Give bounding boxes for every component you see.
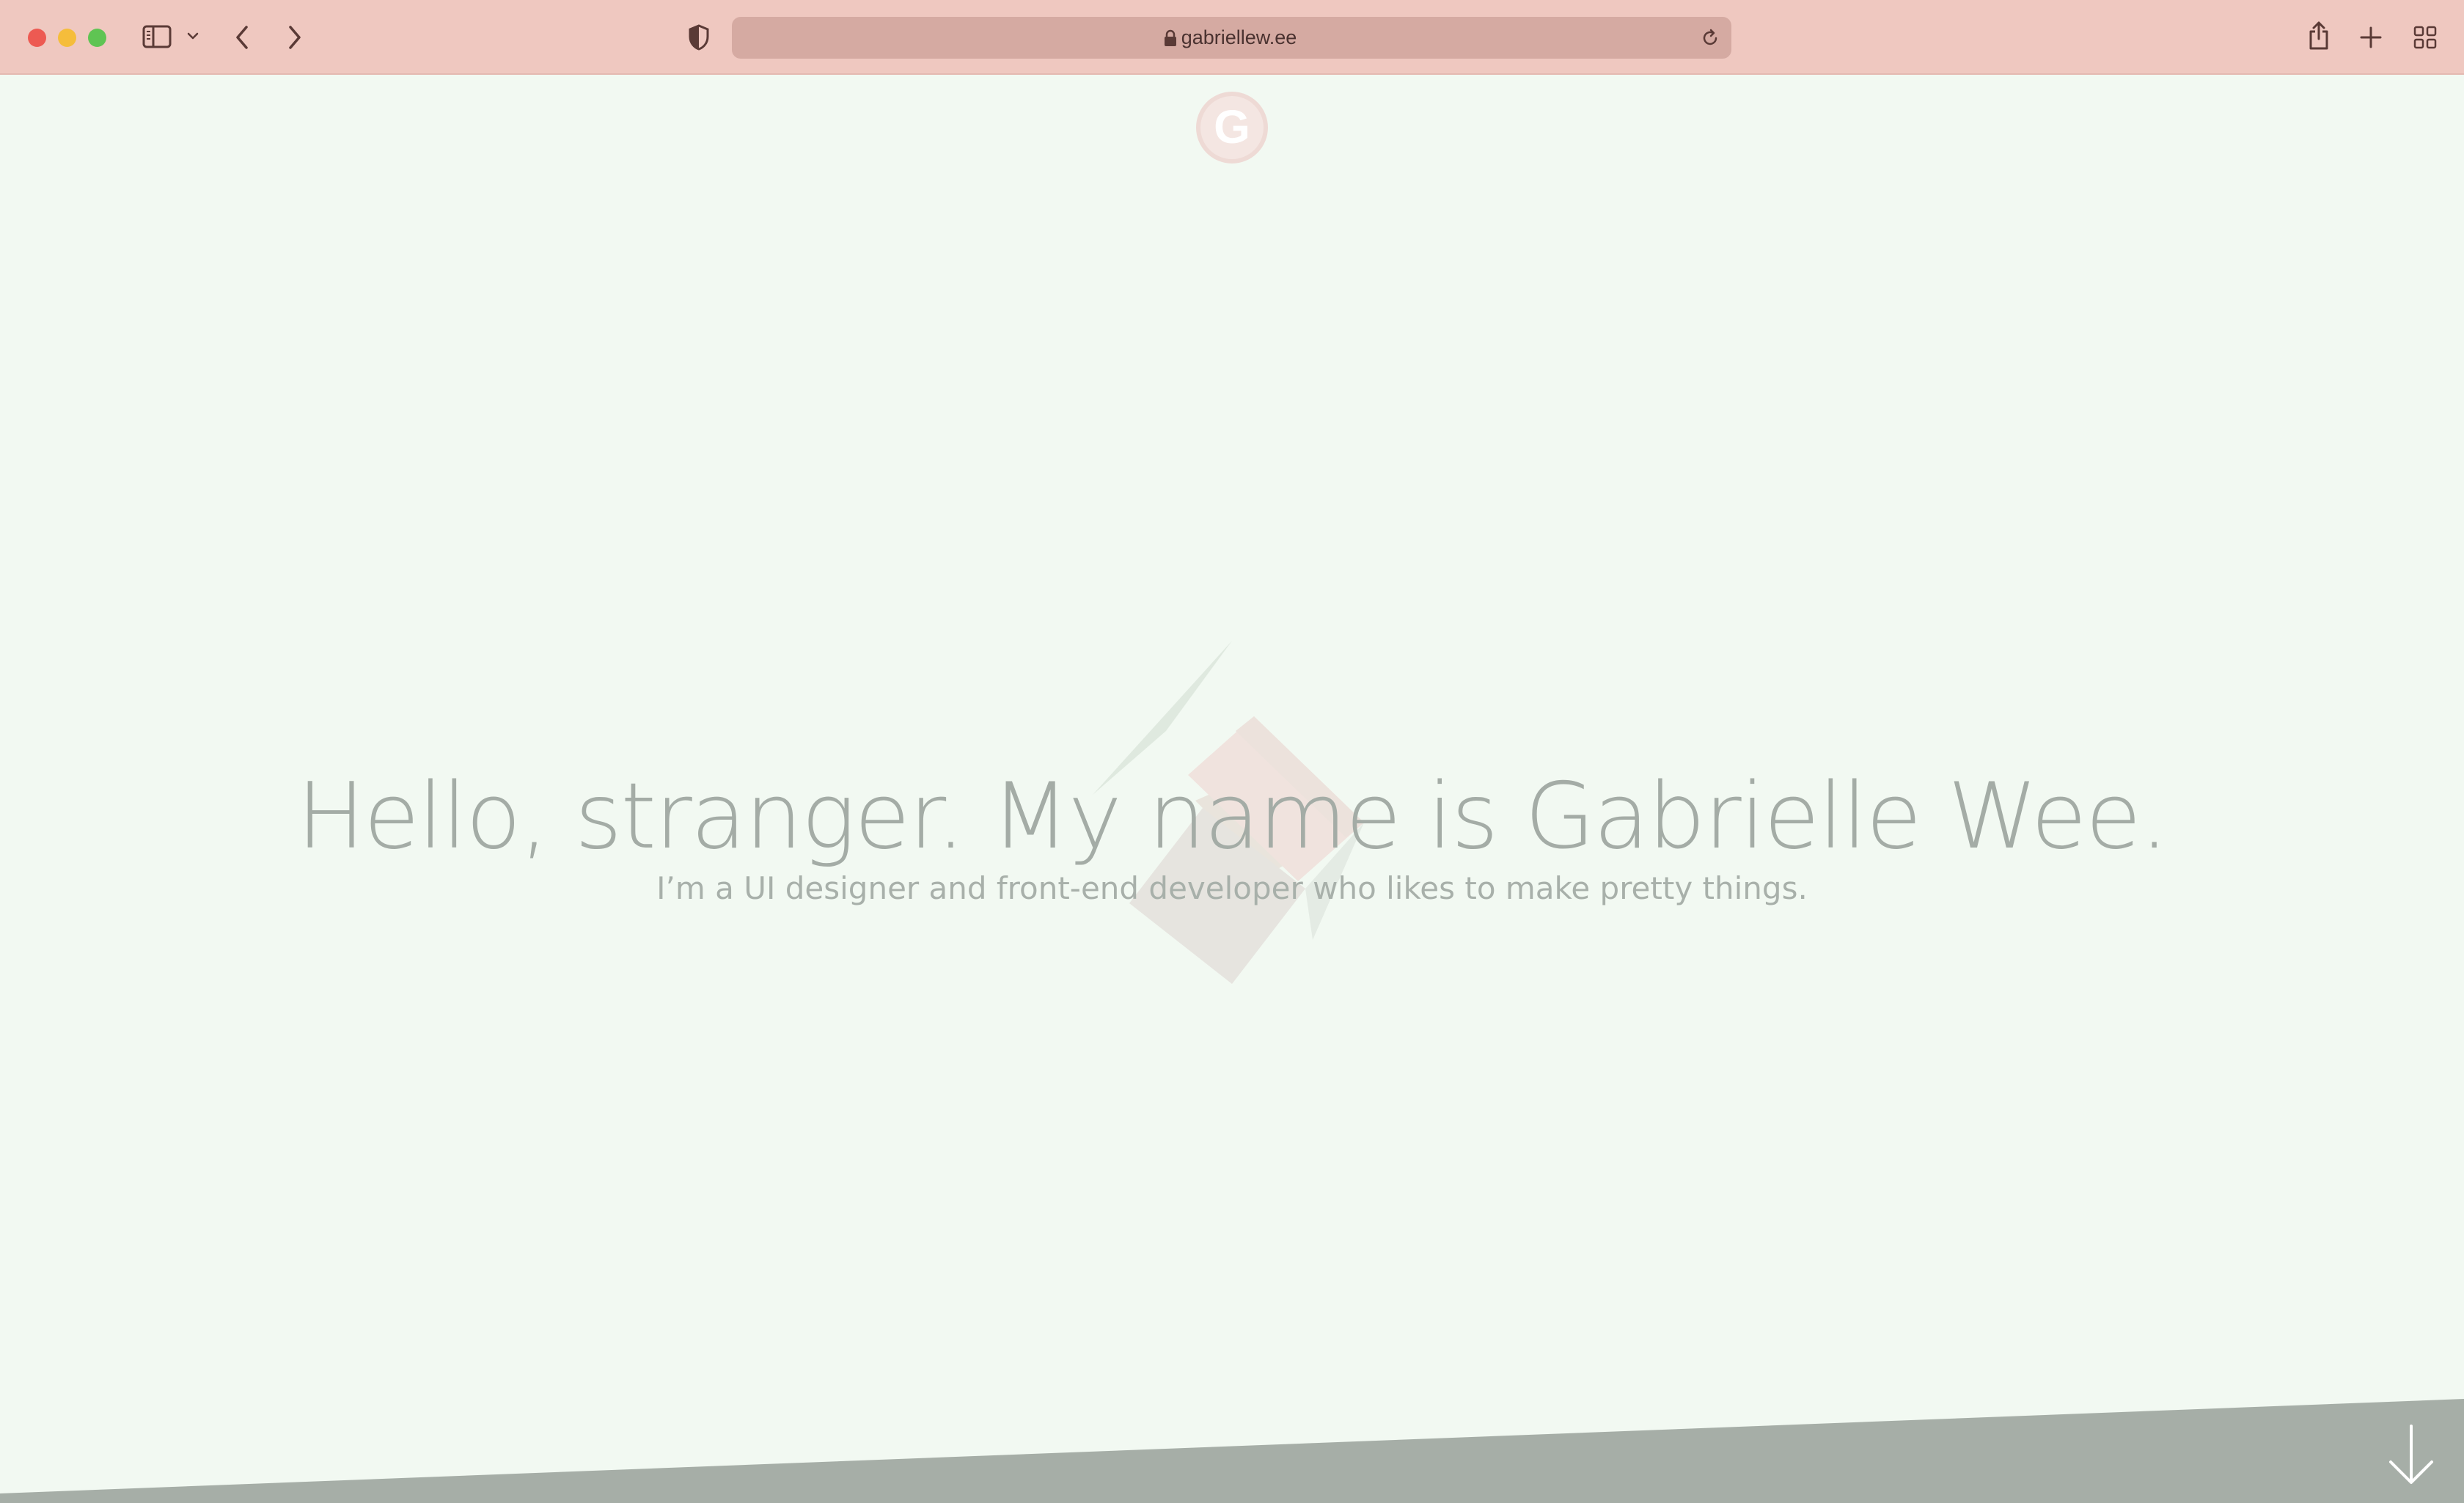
minimize-window-button[interactable] [58,29,76,47]
back-arrow-icon[interactable] [233,23,251,51]
lock-icon [1165,29,1176,46]
scroll-down-arrow-icon[interactable] [2387,1424,2435,1485]
tab-overview-icon[interactable] [2413,25,2438,50]
web-page: G Hello, stranger. My name is Gabrielle … [0,75,2464,1503]
chevron-down-icon[interactable] [186,31,199,41]
url-text[interactable]: gabriellew.ee [732,17,1731,59]
new-tab-plus-icon[interactable] [2358,25,2383,50]
privacy-shield-icon[interactable] [688,23,710,51]
share-icon[interactable] [2307,19,2331,51]
zoom-window-button[interactable] [88,29,106,47]
close-window-button[interactable] [28,29,46,47]
sidebar-toggle-icon[interactable] [142,25,172,48]
forward-arrow-icon[interactable] [286,23,304,51]
browser-toolbar: gabriellew.ee [0,0,2464,75]
reload-icon[interactable] [1700,28,1720,48]
address-bar[interactable]: gabriellew.ee [732,17,1731,59]
footer-band [0,1399,2464,1503]
